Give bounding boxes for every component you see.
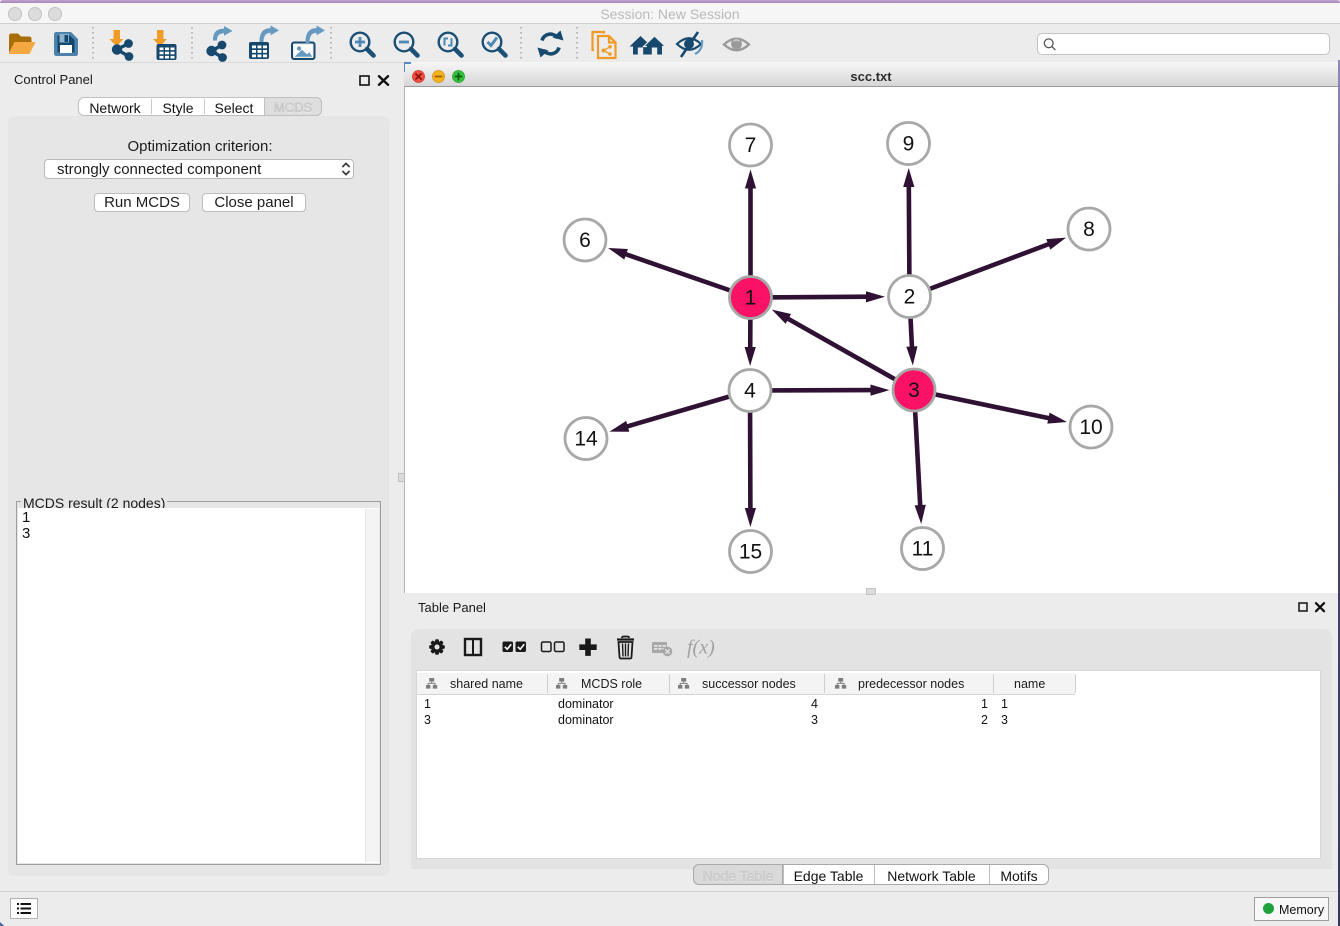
svg-text:6: 6	[579, 229, 591, 252]
svg-text:predecessor nodes: predecessor nodes	[858, 677, 964, 691]
svg-text:9: 9	[903, 133, 915, 156]
svg-text:1: 1	[745, 287, 757, 310]
svg-text:4: 4	[744, 380, 756, 403]
svg-text:MCDS role: MCDS role	[581, 677, 642, 691]
svg-text:successor nodes: successor nodes	[702, 677, 796, 691]
svg-text:14: 14	[574, 428, 598, 451]
svg-text:11: 11	[912, 538, 934, 561]
svg-text:15: 15	[739, 541, 762, 564]
svg-text:7: 7	[745, 134, 757, 157]
svg-text:shared name: shared name	[450, 677, 523, 691]
svg-text:f(x): f(x)	[687, 637, 715, 659]
svg-text:8: 8	[1083, 218, 1095, 241]
svg-text:3: 3	[908, 379, 920, 402]
svg-text:10: 10	[1079, 416, 1102, 439]
svg-text:name: name	[1014, 677, 1045, 691]
svg-text:2: 2	[904, 286, 916, 309]
